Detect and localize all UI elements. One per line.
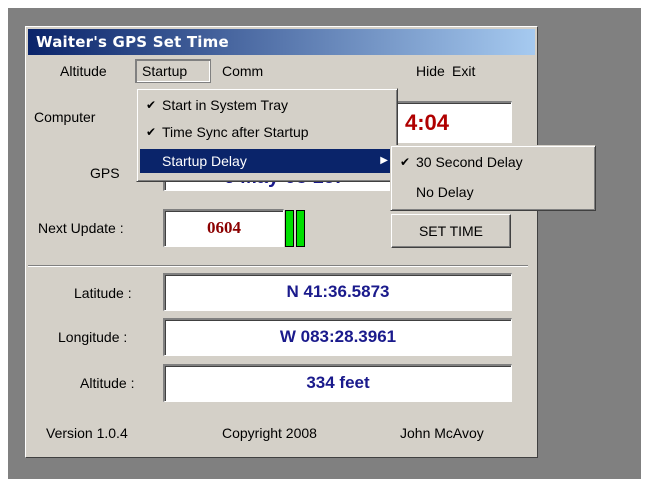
next-update-label: Next Update : [38, 220, 124, 236]
delay-submenu: ✔ 30 Second Delay No Delay [390, 145, 596, 211]
menu-item-label: 30 Second Delay [416, 154, 523, 170]
menu-item-start-in-tray[interactable]: ✔ Start in System Tray [140, 93, 394, 117]
computer-time-value: 4:04 [404, 110, 449, 135]
indicator-bar-right [296, 210, 305, 247]
menu-item-30-second-delay[interactable]: ✔ 30 Second Delay [394, 150, 592, 174]
altitude-label: Altitude : [80, 375, 135, 391]
menu-exit[interactable]: Exit [446, 59, 481, 83]
author-text: John McAvoy [400, 425, 484, 441]
set-time-button[interactable]: SET TIME [391, 214, 511, 248]
next-update-value: 0604 [207, 218, 241, 237]
computer-label: Computer [34, 109, 96, 125]
startup-dropdown: ✔ Start in System Tray ✔ Time Sync after… [136, 88, 398, 182]
latitude-field: N 41:36.5873 [163, 273, 512, 311]
menu-item-label: Time Sync after Startup [162, 124, 309, 140]
longitude-label: Longitude : [58, 329, 128, 345]
indicator-bar-left [285, 210, 294, 247]
checkmark-icon: ✔ [146, 98, 157, 112]
altitude-value: 334 feet [306, 373, 370, 392]
checkmark-icon: ✔ [146, 125, 157, 139]
window-title: Waiter's GPS Set Time [36, 33, 229, 51]
copyright-text: Copyright 2008 [222, 425, 317, 441]
menu-altitude[interactable]: Altitude [54, 59, 113, 83]
gps-label: GPS [90, 165, 120, 181]
menu-comm[interactable]: Comm [216, 59, 269, 83]
menu-item-label: Start in System Tray [162, 97, 289, 113]
checkmark-icon: ✔ [400, 155, 411, 169]
longitude-field: W 083:28.3961 [163, 318, 512, 356]
section-divider [28, 265, 528, 267]
submenu-arrow-icon: ▶ [380, 155, 388, 166]
menu-item-label: Startup Delay [162, 153, 247, 169]
latitude-value: N 41:36.5873 [286, 282, 390, 301]
menu-item-startup-delay[interactable]: Startup Delay ▶ [140, 149, 394, 173]
menu-hide[interactable]: Hide [410, 59, 451, 83]
latitude-label: Latitude : [74, 285, 132, 301]
longitude-value: W 083:28.3961 [279, 327, 397, 346]
menu-item-no-delay[interactable]: No Delay [394, 180, 592, 204]
title-bar: Waiter's GPS Set Time [28, 29, 535, 55]
menu-item-time-sync[interactable]: ✔ Time Sync after Startup [140, 120, 394, 144]
next-update-field: 0604 [163, 209, 284, 247]
menu-item-label: No Delay [416, 184, 474, 200]
menu-startup[interactable]: Startup [135, 59, 211, 83]
altitude-field: 334 feet [163, 364, 512, 402]
menu-bar: Altitude Startup Comm Hide Exit [28, 59, 535, 83]
version-text: Version 1.0.4 [46, 425, 128, 441]
